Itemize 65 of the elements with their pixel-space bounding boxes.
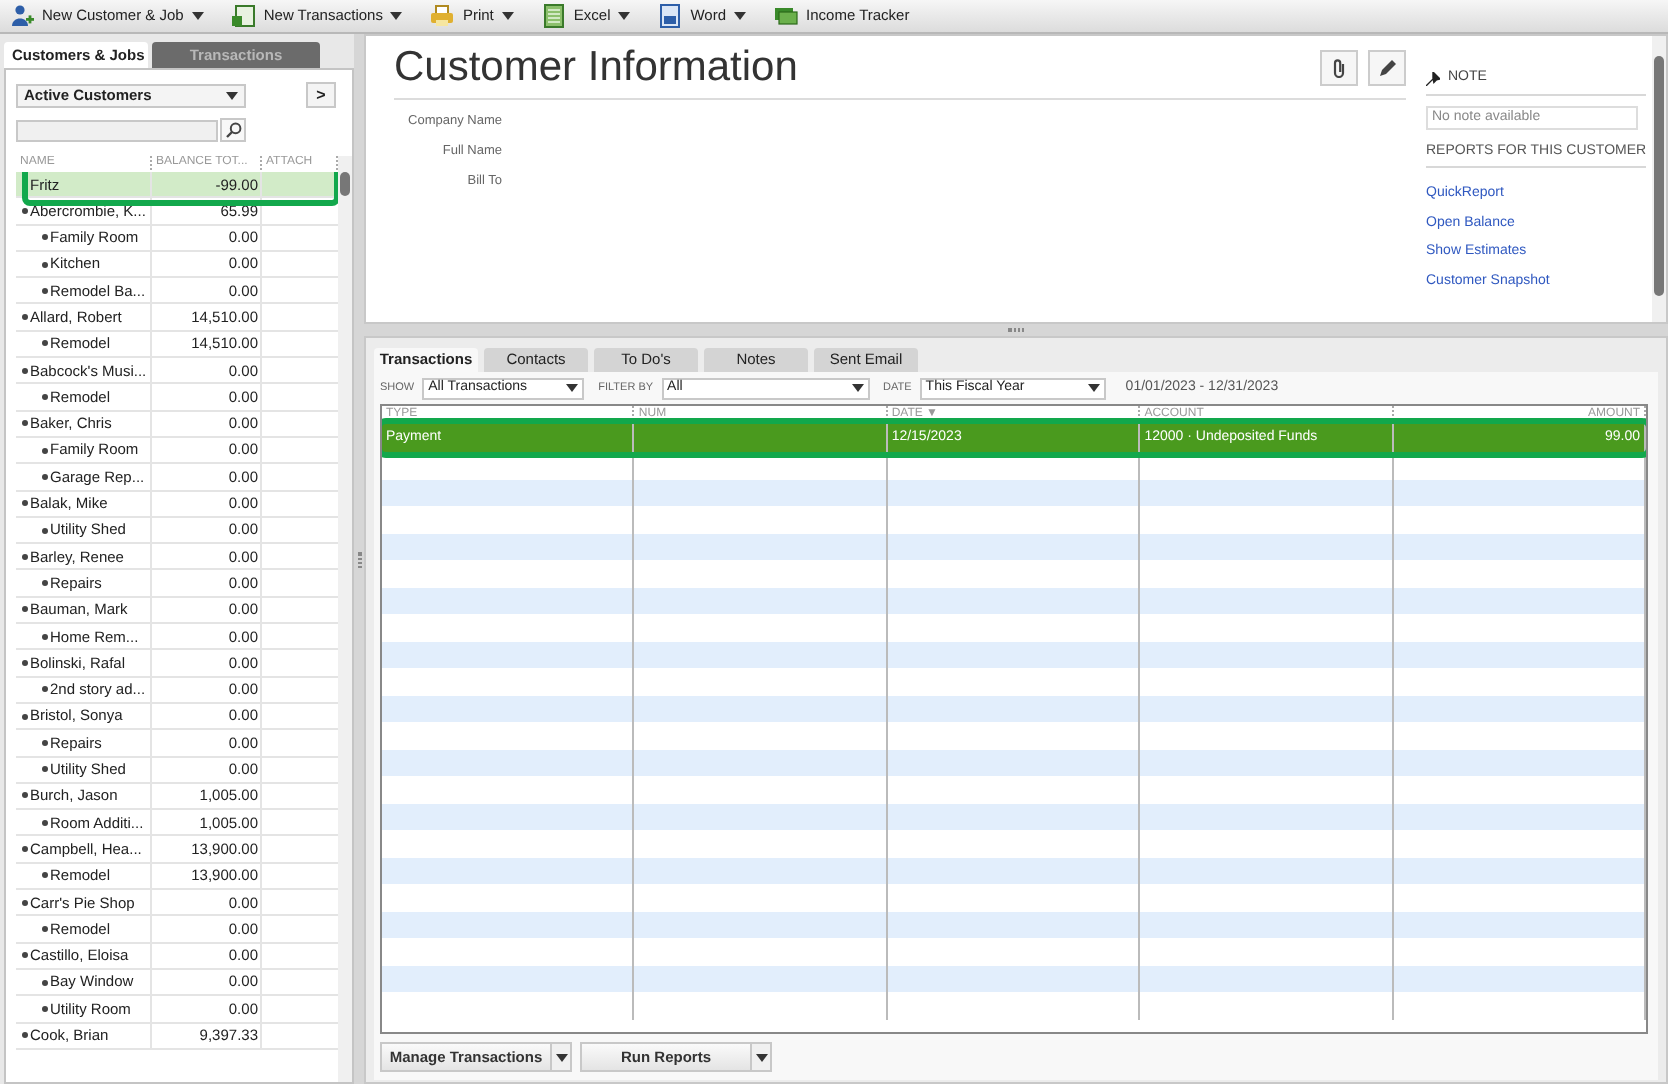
bullet-icon	[42, 447, 48, 454]
caret-icon	[851, 384, 864, 392]
scrollbar[interactable]	[338, 156, 352, 1082]
bullet-icon	[42, 580, 48, 587]
bullet-icon	[42, 287, 48, 294]
expand-button[interactable]: >	[306, 82, 336, 108]
bullet-icon	[22, 207, 28, 214]
printer-icon	[430, 4, 455, 28]
dropdown-button[interactable]	[752, 1042, 772, 1072]
bullet-icon	[22, 792, 28, 799]
caret-icon	[226, 91, 238, 99]
dropdown-caret-icon	[191, 12, 204, 20]
bullet-icon	[42, 261, 48, 268]
bullet-icon	[22, 1032, 28, 1039]
bullet-icon	[42, 739, 48, 746]
form-icon	[231, 4, 256, 28]
bullet-icon	[42, 819, 48, 826]
bullet-icon	[42, 473, 48, 480]
page-title: Customer Information	[394, 42, 798, 94]
bullet-icon	[22, 553, 28, 560]
pin-icon	[1426, 71, 1440, 86]
caret-icon	[1087, 384, 1100, 392]
bullet-icon	[42, 872, 48, 879]
bullet-icon	[22, 314, 28, 321]
dropdown-caret-icon	[501, 12, 514, 20]
bullet-icon	[42, 527, 48, 533]
bullet-icon	[42, 633, 48, 640]
attach-button[interactable]	[1320, 50, 1358, 86]
search-button[interactable]	[220, 118, 246, 142]
bullet-icon	[22, 713, 28, 720]
bullet-icon	[42, 340, 48, 347]
bullet-icon	[22, 659, 28, 666]
dropdown-caret-icon	[734, 12, 747, 20]
caret-icon	[555, 1053, 567, 1061]
bullet-icon	[42, 925, 48, 932]
splitter-handle[interactable]	[1008, 328, 1024, 332]
document-icon	[658, 4, 683, 28]
bullet-icon	[22, 899, 28, 906]
paperclip-icon	[1332, 58, 1346, 78]
bullet-icon	[22, 846, 28, 853]
bullet-icon	[22, 500, 28, 507]
scrollbar[interactable]	[1652, 36, 1666, 322]
bullet-icon	[42, 234, 48, 241]
bullet-icon	[22, 420, 28, 427]
dropdown-button[interactable]	[552, 1042, 572, 1072]
money-icon	[774, 4, 799, 28]
bullet-icon	[42, 1005, 48, 1012]
search-icon	[225, 122, 241, 138]
splitter-handle[interactable]	[357, 551, 361, 567]
bullet-icon	[22, 606, 28, 613]
dropdown-caret-icon	[390, 12, 403, 20]
bullet-icon	[42, 979, 48, 986]
caret-icon	[566, 384, 579, 392]
bullet-icon	[22, 952, 28, 959]
bullet-icon	[42, 394, 48, 401]
person-icon	[10, 4, 34, 28]
spreadsheet-icon	[541, 4, 566, 28]
caret-icon	[755, 1053, 767, 1061]
search-field[interactable]	[16, 119, 218, 141]
edit-button[interactable]	[1368, 50, 1406, 86]
bullet-icon	[22, 367, 28, 374]
bullet-icon	[42, 766, 48, 773]
bullet-icon	[42, 686, 48, 693]
dropdown-caret-icon	[618, 12, 631, 20]
pencil-icon	[1377, 58, 1397, 78]
